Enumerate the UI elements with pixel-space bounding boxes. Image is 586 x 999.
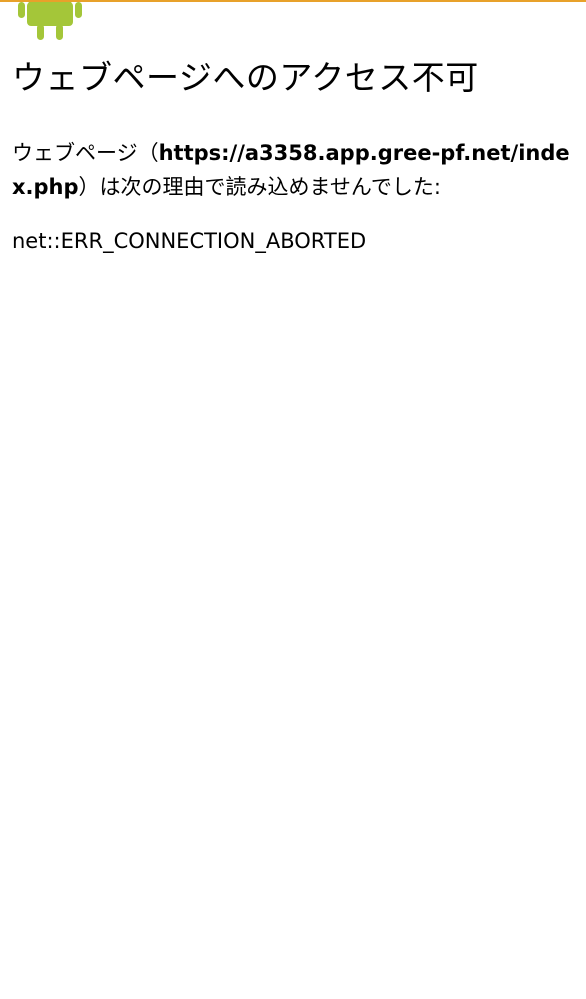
error-title: ウェブページへのアクセス不可 — [12, 58, 479, 97]
error-code: net::ERR_CONNECTION_ABORTED — [12, 229, 367, 253]
error-page: ウェブページへのアクセス不可 ウェブページ（https://a3358.app.… — [0, 0, 586, 999]
android-robot-icon — [18, 2, 82, 40]
message-prefix: ウェブページ（ — [12, 141, 159, 165]
error-content: ウェブページへのアクセス不可 ウェブページ（https://a3358.app.… — [12, 56, 574, 258]
message-suffix: ）は次の理由で読み込めませんでした: — [78, 175, 441, 199]
error-message: ウェブページ（https://a3358.app.gree-pf.net/ind… — [12, 136, 574, 204]
